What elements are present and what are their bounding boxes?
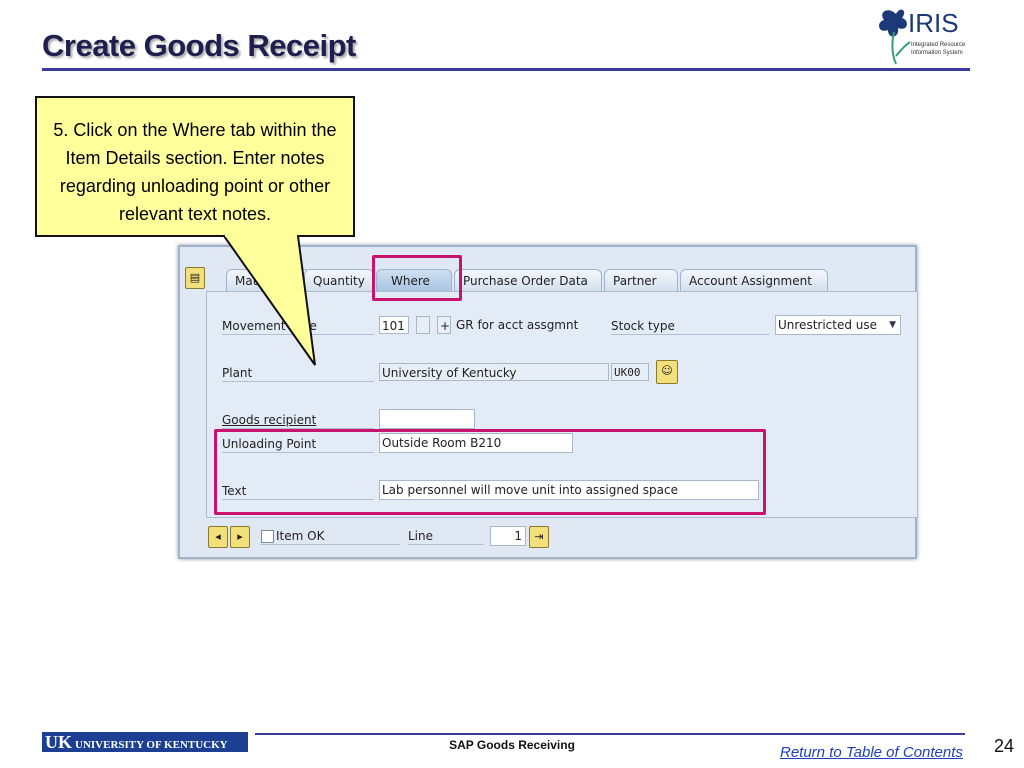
uk-logo: UK UNIVERSITY OF KENTUCKY xyxy=(42,732,248,752)
item-ok-checkbox[interactable] xyxy=(261,530,274,543)
line-field[interactable]: 1 xyxy=(490,526,526,546)
page-number: 24 xyxy=(994,736,1015,756)
footer-divider xyxy=(255,733,965,735)
goods-recipient-field[interactable] xyxy=(379,409,475,429)
footer-title: SAP Goods Receiving xyxy=(449,738,575,752)
next-item-button[interactable]: ▸ xyxy=(230,526,250,548)
callout-pointer xyxy=(222,232,316,366)
goods-recipient-label: Goods recipient xyxy=(222,413,374,429)
go-to-line-button[interactable]: ⇥ xyxy=(529,526,549,548)
previous-item-button[interactable]: ◂ xyxy=(208,526,228,548)
arrow-left-icon: ◂ xyxy=(215,530,221,543)
arrow-right-icon: ▸ xyxy=(237,530,243,543)
unloading-text-highlight xyxy=(214,429,766,515)
return-to-toc-link[interactable]: Return to Table of Contents xyxy=(780,744,963,761)
go-to-icon: ⇥ xyxy=(534,530,544,543)
line-label: Line xyxy=(408,529,484,545)
item-ok-label: Item OK xyxy=(260,529,400,545)
